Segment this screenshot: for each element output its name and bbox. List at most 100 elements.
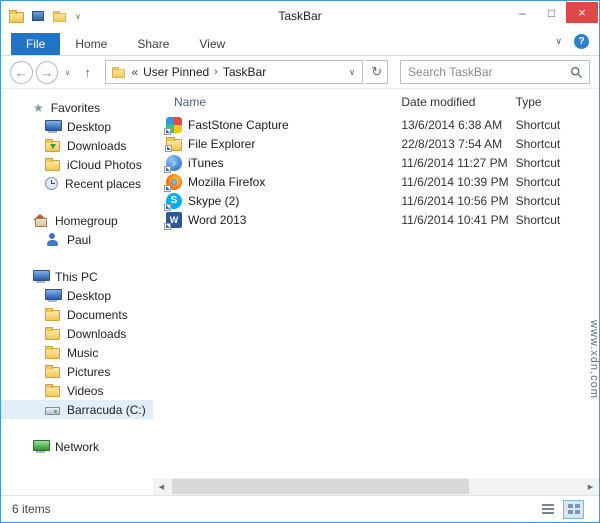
sidebar-item-pc-downloads[interactable]: Downloads <box>1 324 153 343</box>
qat-folder-icon[interactable] <box>53 10 66 22</box>
qat-window-icon[interactable] <box>32 11 44 21</box>
computer-icon <box>33 270 50 283</box>
ribbon-tabs: File Home Share View ∨ ? <box>1 31 599 56</box>
file-type: Shortcut <box>515 136 561 151</box>
downloads-folder-icon <box>45 139 60 152</box>
column-header-name[interactable]: Name <box>153 95 401 109</box>
maximize-button[interactable]: □ <box>537 2 566 23</box>
up-button[interactable]: ↑ <box>77 65 99 80</box>
column-header-date-modified[interactable]: Date modified <box>401 95 515 109</box>
tab-file[interactable]: File <box>11 33 61 55</box>
address-dropdown-chevron-icon[interactable]: ∨ <box>347 67 358 78</box>
back-button[interactable]: ← <box>10 60 33 84</box>
minimize-button[interactable]: – <box>508 2 537 23</box>
file-name: Mozilla Firefox <box>188 174 266 189</box>
sidebar-section-this-pc[interactable]: This PC <box>1 267 153 286</box>
titlebar: ∨ TaskBar – □ × <box>1 1 599 31</box>
file-row-word-2013[interactable]: Word 2013 11/6/2014 10:41 PM Shortcut <box>153 210 599 230</box>
sidebar-item-paul[interactable]: Paul <box>1 230 153 249</box>
tab-view[interactable]: View <box>184 33 240 55</box>
breadcrumb-segment-user-pinned[interactable]: User Pinned <box>143 65 209 79</box>
file-name: FastStone Capture <box>188 117 289 132</box>
search-icon[interactable] <box>570 66 583 79</box>
word-icon <box>164 211 182 230</box>
file-date-modified: 22/8/2013 7:54 AM <box>401 136 503 151</box>
sidebar-item-documents[interactable]: Documents <box>1 305 153 324</box>
large-icons-view-button[interactable] <box>563 499 584 519</box>
sidebar-item-downloads[interactable]: Downloads <box>1 136 153 155</box>
ribbon-right-controls: ∨ ? <box>555 31 589 51</box>
search-input[interactable] <box>401 65 571 79</box>
sidebar-item-videos[interactable]: Videos <box>1 381 153 400</box>
sidebar-item-label: Barracuda (C:) <box>67 402 146 417</box>
tab-home[interactable]: Home <box>60 33 122 55</box>
item-count: 6 items <box>12 502 51 516</box>
file-date-modified: 11/6/2014 11:27 PM <box>401 155 508 170</box>
sidebar-item-label: Recent places <box>65 176 142 191</box>
sidebar-item-label: Paul <box>67 232 92 247</box>
folder-icon <box>45 308 60 321</box>
close-button[interactable]: × <box>566 2 598 23</box>
sidebar-item-pictures[interactable]: Pictures <box>1 362 153 381</box>
breadcrumb-segment-taskbar[interactable]: TaskBar <box>223 65 266 79</box>
window-controls: – □ × <box>508 2 598 23</box>
recent-places-clock-icon <box>45 177 58 190</box>
main-area: ★ Favorites Desktop Downloads iCloud Pho… <box>1 89 599 495</box>
scroll-right-icon[interactable]: ▶ <box>582 483 599 491</box>
file-type: Shortcut <box>515 117 561 132</box>
file-type: Shortcut <box>515 212 561 227</box>
address-bar[interactable]: « User Pinned › TaskBar ∨ <box>105 60 364 84</box>
explorer-window: ∨ TaskBar – □ × File Home Share View ∨ ?… <box>0 0 600 523</box>
refresh-button[interactable]: ↻ <box>366 60 389 84</box>
folder-icon <box>45 158 60 171</box>
search-box <box>400 60 591 84</box>
sidebar-item-recent-places[interactable]: Recent places <box>1 174 153 193</box>
file-row-mozilla-firefox[interactable]: Mozilla Firefox 11/6/2014 10:39 PM Short… <box>153 172 599 192</box>
sidebar-item-pc-desktop[interactable]: Desktop <box>1 286 153 305</box>
details-view-icon <box>541 504 554 514</box>
sidebar-item-icloud-photos[interactable]: iCloud Photos <box>1 155 153 174</box>
folder-icon <box>45 384 60 397</box>
sidebar-item-music[interactable]: Music <box>1 343 153 362</box>
faststone-capture-icon <box>164 116 182 135</box>
column-header-type[interactable]: Type <box>516 95 599 109</box>
column-headers: Name Date modified Type <box>153 89 599 115</box>
qat-customize-chevron-icon[interactable]: ∨ <box>75 12 81 21</box>
recent-locations-chevron-icon[interactable]: ∨ <box>61 68 74 77</box>
network-icon <box>33 440 50 453</box>
sidebar-section-network[interactable]: Network <box>1 437 153 456</box>
details-view-button[interactable] <box>537 500 558 519</box>
sidebar-item-label: Pictures <box>67 364 111 379</box>
sidebar-section-favorites[interactable]: ★ Favorites <box>1 98 153 117</box>
sidebar-section-homegroup[interactable]: Homegroup <box>1 211 153 230</box>
file-row-itunes[interactable]: iTunes 11/6/2014 11:27 PM Shortcut <box>153 153 599 173</box>
shortcut-badge-icon <box>164 222 171 230</box>
sidebar-section-label: Homegroup <box>55 213 118 228</box>
user-icon <box>45 233 60 246</box>
file-row-file-explorer[interactable]: File Explorer 22/8/2013 7:54 AM Shortcut <box>153 134 599 153</box>
file-type: Shortcut <box>515 155 561 170</box>
sidebar-item-label: Desktop <box>67 288 112 303</box>
horizontal-scrollbar[interactable]: ◀ ▶ <box>153 478 599 495</box>
shortcut-badge-icon <box>164 184 171 192</box>
sidebar-item-barracuda-c[interactable]: Barracuda (C:) <box>1 400 153 419</box>
desktop-monitor-icon <box>45 120 62 133</box>
tab-share[interactable]: Share <box>122 33 184 55</box>
file-name: File Explorer <box>188 136 256 151</box>
help-icon[interactable]: ? <box>574 33 589 49</box>
sidebar-section-favorites-group: ★ Favorites Desktop Downloads iCloud Pho… <box>1 98 153 193</box>
app-folder-icon <box>9 9 24 23</box>
sidebar-item-desktop[interactable]: Desktop <box>1 117 153 136</box>
file-row-faststone-capture[interactable]: FastStone Capture 13/6/2014 6:38 AM Shor… <box>153 115 599 135</box>
ribbon-expand-chevron-icon[interactable]: ∨ <box>555 36 562 47</box>
quick-access-toolbar: ∨ <box>1 9 81 23</box>
scroll-left-icon[interactable]: ◀ <box>153 483 170 491</box>
sidebar-item-label: Videos <box>67 383 104 398</box>
forward-button[interactable]: → <box>35 60 59 84</box>
file-date-modified: 11/6/2014 10:41 PM <box>401 212 509 227</box>
file-row-skype[interactable]: Skype (2) 11/6/2014 10:56 PM Shortcut <box>153 191 599 211</box>
scrollbar-thumb[interactable] <box>172 479 469 494</box>
scrollbar-track[interactable] <box>170 478 582 495</box>
sidebar-section-homegroup-group: Homegroup Paul <box>1 211 153 249</box>
breadcrumb-overflow[interactable]: « <box>131 65 138 79</box>
